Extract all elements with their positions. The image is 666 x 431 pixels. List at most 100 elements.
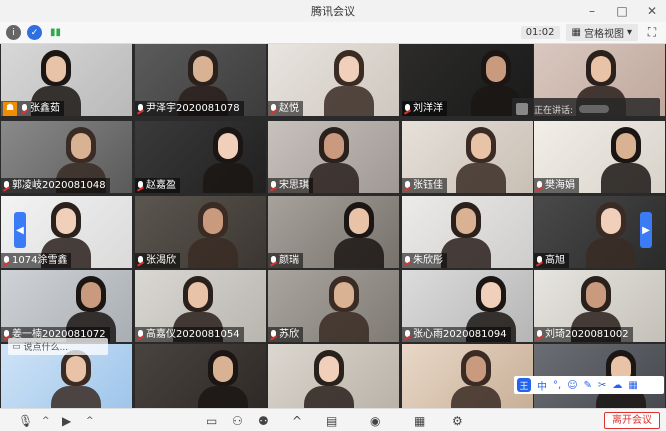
participant-tile[interactable]: 樊海娟 xyxy=(534,121,665,193)
participant-name-tag: 颜瑞 xyxy=(268,253,303,268)
participant-tile[interactable]: 宋思琪 xyxy=(268,121,399,193)
participant-name: 张钰佳 xyxy=(413,180,443,191)
leave-meeting-button[interactable]: 离开会议 xyxy=(604,412,660,429)
invite-icon[interactable]: ⚇ xyxy=(232,412,243,429)
ime-item[interactable]: ▦ xyxy=(628,380,637,391)
ime-item[interactable]: ✂ xyxy=(598,380,606,391)
participant-name: 高旭 xyxy=(545,255,565,266)
video-options-chevron-icon[interactable]: ^ xyxy=(86,412,94,429)
members-chevron-icon[interactable]: ^ xyxy=(292,412,302,429)
minimize-icon[interactable]: – xyxy=(584,3,600,19)
mic-muted-icon xyxy=(404,255,411,266)
participant-name: 高嘉仪2020081054 xyxy=(146,329,240,340)
signal-icon[interactable]: ▮▮ xyxy=(48,25,63,40)
participant-name: 樊海娟 xyxy=(545,180,575,191)
mic-muted-icon xyxy=(270,180,277,191)
mic-muted-icon xyxy=(404,103,411,114)
chat-bubble-icon[interactable]: ▤ xyxy=(326,412,337,429)
participant-name: 颜瑞 xyxy=(279,255,299,266)
participant-tile[interactable]: 尹泽宇2020081078 xyxy=(135,44,266,116)
participant-tile[interactable]: 郭凌岐2020081048 xyxy=(1,121,132,193)
share-screen-icon[interactable]: ▭ xyxy=(206,412,217,429)
participant-name: 1074涂雪鑫 xyxy=(12,255,68,266)
prev-page-arrow-icon[interactable]: ◀ xyxy=(14,212,26,248)
mic-muted-icon xyxy=(536,255,543,266)
participant-tile[interactable]: 张渴欣 xyxy=(135,196,266,268)
mic-muted-icon xyxy=(404,180,411,191)
ime-item[interactable]: 中 xyxy=(537,378,547,393)
mic-muted-icon xyxy=(536,329,543,340)
participant-tile[interactable]: 张心雨2020081094 xyxy=(402,270,533,342)
record-icon[interactable]: ◉ xyxy=(370,412,380,429)
participant-tile[interactable]: 朱欣彤 xyxy=(402,196,533,268)
mic-muted-icon xyxy=(137,180,144,191)
mic-muted-icon xyxy=(270,255,277,266)
participant-name: 赵嘉盈 xyxy=(146,180,176,191)
participant-name-tag: 刘洋洋 xyxy=(402,101,447,116)
participant-name: 尹泽宇2020081078 xyxy=(146,103,240,114)
mic-muted-icon xyxy=(137,103,144,114)
chat-icon: ▭ xyxy=(12,341,21,352)
participant-tile[interactable] xyxy=(268,344,399,416)
chevron-down-icon: ▾ xyxy=(626,27,632,38)
participant-tile[interactable]: 颜瑞 xyxy=(268,196,399,268)
ime-item[interactable]: ☁ xyxy=(612,380,622,391)
participant-tile[interactable]: 高嘉仪2020081054 xyxy=(135,270,266,342)
apps-icon[interactable]: ▦ xyxy=(414,412,425,429)
participant-tile[interactable]: 赵嘉盈 xyxy=(135,121,266,193)
participant-name-tag: 张渴欣 xyxy=(135,253,180,268)
maximize-icon[interactable]: □ xyxy=(614,3,630,19)
settings-gear-icon[interactable]: ⚙ xyxy=(452,412,463,429)
host-icon: ☗ xyxy=(3,101,17,116)
meeting-window: 腾讯会议 – □ ✕ i ✓ ▮▮ 01:02 ▦ 宫格视图 ▾ ⛶ ☗ 张鑫茹 尹… xyxy=(0,0,666,431)
ime-item[interactable]: ☺ xyxy=(567,380,577,391)
mic-muted-icon xyxy=(21,103,28,114)
bottom-bar: 🎙 ^ ▶ ^ ▭ ⚇ ⚉ ^ ▤ ◉ ▦ ⚙ 离开会议 xyxy=(0,408,666,431)
mute-mic-icon[interactable]: 🎙 xyxy=(18,412,33,429)
info-icon[interactable]: i xyxy=(6,25,21,40)
participant-tile[interactable]: 张钰佳 xyxy=(402,121,533,193)
participant-name: 张心雨2020081094 xyxy=(413,329,507,340)
speaker-name-redacted xyxy=(579,105,610,113)
view-mode-button[interactable]: ▦ 宫格视图 ▾ xyxy=(565,24,638,41)
participant-tile[interactable]: 苏欣 xyxy=(268,270,399,342)
ime-item[interactable]: ✎ xyxy=(584,380,592,391)
participant-tile[interactable]: 刘琦2020081002 xyxy=(534,270,665,342)
participant-name-tag: 郭凌岐2020081048 xyxy=(1,178,110,193)
participant-name-tag: 张钰佳 xyxy=(402,178,447,193)
video-off-icon[interactable]: ▶ xyxy=(62,412,71,429)
participant-tile[interactable]: 赵悦 xyxy=(268,44,399,116)
title-bar: 腾讯会议 – □ ✕ xyxy=(0,0,666,22)
chat-input[interactable]: ▭ 说点什么... xyxy=(8,338,108,355)
meeting-timer: 01:02 xyxy=(520,26,560,39)
chat-input-placeholder: 说点什么... xyxy=(23,343,69,353)
mic-muted-icon xyxy=(137,329,144,340)
members-icon[interactable]: ⚉ xyxy=(258,412,269,429)
participant-name-tag: 苏欣 xyxy=(268,327,303,342)
participant-name-tag: 尹泽宇2020081078 xyxy=(135,101,244,116)
mic-muted-icon xyxy=(270,103,277,114)
mic-muted-icon xyxy=(137,255,144,266)
mic-muted-icon xyxy=(3,180,10,191)
fullscreen-icon[interactable]: ⛶ xyxy=(644,25,660,40)
view-mode-label: 宫格视图 xyxy=(583,29,624,40)
mic-muted-icon xyxy=(270,329,277,340)
mic-muted-icon xyxy=(404,329,411,340)
participant-tile[interactable]: ☗ 张鑫茹 xyxy=(1,44,132,116)
ime-item[interactable]: °, xyxy=(553,380,561,391)
shield-icon[interactable]: ✓ xyxy=(27,25,42,40)
participant-tile[interactable] xyxy=(135,344,266,416)
next-page-arrow-icon[interactable]: ▶ xyxy=(640,212,652,248)
meeting-toolbar: i ✓ ▮▮ 01:02 ▦ 宫格视图 ▾ ⛶ xyxy=(0,22,666,44)
participant-name: 刘琦2020081002 xyxy=(545,329,629,340)
window-title: 腾讯会议 xyxy=(311,5,355,18)
participant-name-tag: 朱欣彤 xyxy=(402,253,447,268)
participant-tile[interactable]: 姜一楠2020081072 xyxy=(1,270,132,342)
ime-logo[interactable]: 王 xyxy=(517,378,531,392)
grid-icon: ▦ xyxy=(571,27,581,38)
participant-name-tag: 樊海娟 xyxy=(534,178,579,193)
close-icon[interactable]: ✕ xyxy=(644,3,660,19)
mic-options-chevron-icon[interactable]: ^ xyxy=(42,412,50,429)
mic-muted-icon xyxy=(3,255,10,266)
mic-muted-icon xyxy=(536,180,543,191)
